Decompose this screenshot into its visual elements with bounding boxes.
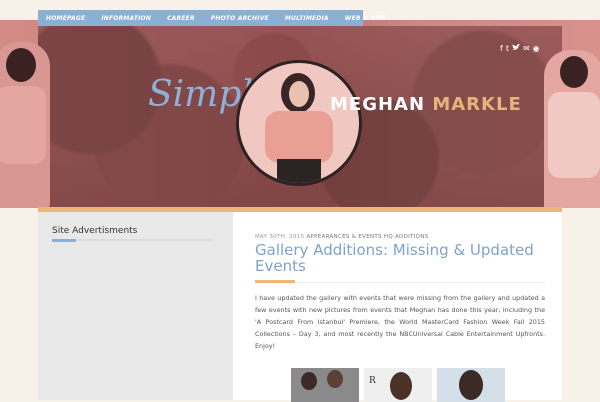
header-photo-left: [0, 42, 50, 208]
post-title[interactable]: Gallery Additions: Missing & Updated Eve…: [255, 242, 545, 274]
nav-item-homepage[interactable]: HOMEPAGE: [38, 15, 93, 22]
sidebar-title: Site Advertisments: [52, 226, 138, 236]
top-navigation: HOMEPAGE INFORMATION CAREER PHOTO ARCHIV…: [38, 10, 386, 26]
nav-item-web-site[interactable]: WEB & SITE: [337, 15, 394, 22]
nav-item-photo-archive[interactable]: PHOTO ARCHIVE: [203, 15, 277, 22]
rss-icon[interactable]: ◉: [533, 44, 540, 53]
post-title-rule: [255, 282, 545, 283]
gallery-thumbnail[interactable]: [437, 368, 505, 402]
nav-item-career[interactable]: CAREER: [159, 15, 203, 22]
twitter-icon[interactable]: [511, 43, 520, 53]
gallery-thumbnail[interactable]: [291, 368, 359, 402]
sidebar-title-rule: [52, 239, 212, 241]
main-content: MAY 30TH, 2015 APPEARANCES & EVENTS HQ A…: [233, 212, 562, 402]
header-photo-right: [544, 50, 600, 208]
logo-last-name: MARKLE: [432, 94, 522, 115]
logo-portrait: [236, 60, 362, 186]
tumblr-icon[interactable]: t: [506, 44, 509, 53]
sidebar-title-accent: [52, 239, 76, 242]
sidebar: Site Advertisments: [38, 212, 233, 400]
facebook-icon[interactable]: f: [500, 44, 503, 53]
logo-first-name: MEGHAN: [330, 94, 426, 115]
email-icon[interactable]: ✉: [523, 44, 530, 53]
post-categories[interactable]: APPEARANCES & EVENTS HQ ADDITIONS: [306, 234, 428, 240]
nav-item-multimedia[interactable]: MULTIMEDIA: [277, 15, 337, 22]
gallery-thumbnail[interactable]: R: [364, 368, 432, 402]
post-body: I have updated the gallery with events t…: [255, 294, 545, 350]
post-meta: MAY 30TH, 2015 APPEARANCES & EVENTS HQ A…: [255, 234, 428, 240]
post-title-accent: [255, 280, 295, 283]
social-links: f t ✉ ◉: [500, 43, 540, 53]
post-date: MAY 30TH, 2015: [255, 234, 305, 240]
post-thumbnails: R: [291, 368, 505, 402]
logo-name: MEGHAN MARKLE: [330, 94, 522, 115]
nav-item-information[interactable]: INFORMATION: [93, 15, 159, 22]
